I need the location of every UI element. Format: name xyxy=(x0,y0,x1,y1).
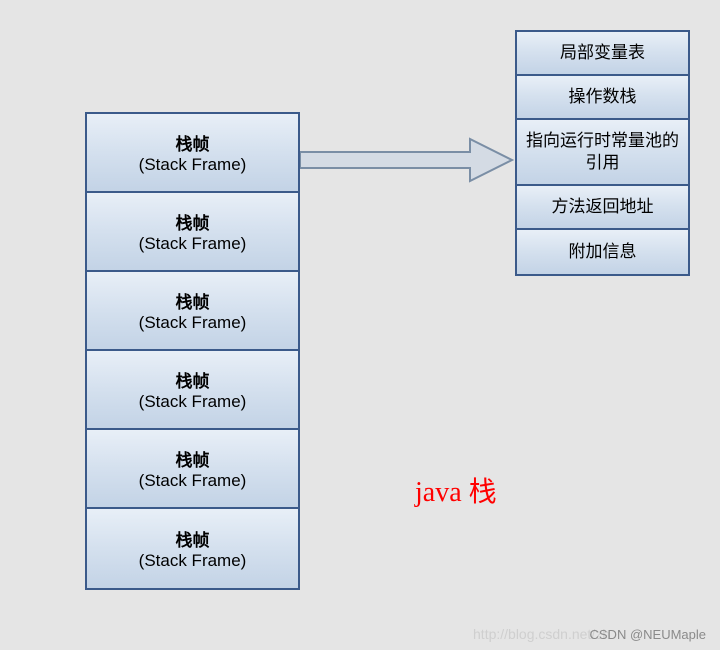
stack-frame: 栈帧 (Stack Frame) xyxy=(87,193,298,272)
stack-frame-label-en: (Stack Frame) xyxy=(139,471,247,491)
stack-frame: 栈帧 (Stack Frame) xyxy=(87,509,298,588)
frame-detail-label: 操作数栈 xyxy=(569,86,637,108)
stack-frame: 栈帧 (Stack Frame) xyxy=(87,351,298,430)
stack-frame-label-zh: 栈帧 xyxy=(176,209,210,234)
frame-detail-container: 局部变量表 操作数栈 指向运行时常量池的引用 方法返回地址 附加信息 xyxy=(515,30,690,276)
stack-frame: 栈帧 (Stack Frame) xyxy=(87,430,298,509)
frame-detail-row: 方法返回地址 xyxy=(517,186,688,230)
arrow-icon xyxy=(300,135,515,185)
stack-frame-label-en: (Stack Frame) xyxy=(139,551,247,571)
stack-frame-label-en: (Stack Frame) xyxy=(139,313,247,333)
frame-detail-label: 局部变量表 xyxy=(560,42,645,64)
arrow-shape xyxy=(300,139,512,181)
stack-frame-label-zh: 栈帧 xyxy=(176,367,210,392)
stack-frame: 栈帧 (Stack Frame) xyxy=(87,114,298,193)
frame-detail-row: 附加信息 xyxy=(517,230,688,274)
frame-detail-row: 局部变量表 xyxy=(517,32,688,76)
frame-detail-label: 附加信息 xyxy=(569,241,637,263)
stack-frame: 栈帧 (Stack Frame) xyxy=(87,272,298,351)
stack-frame-label-zh: 栈帧 xyxy=(176,130,210,155)
stack-frame-label-zh: 栈帧 xyxy=(176,526,210,551)
stack-frame-label-zh: 栈帧 xyxy=(176,446,210,471)
stack-frame-label-en: (Stack Frame) xyxy=(139,392,247,412)
stack-frame-label-en: (Stack Frame) xyxy=(139,155,247,175)
caption-label: java 栈 xyxy=(415,470,497,510)
watermark-csdn: CSDN @NEUMaple xyxy=(590,627,707,642)
stack-frame-label-zh: 栈帧 xyxy=(176,288,210,313)
frame-detail-label: 指向运行时常量池的引用 xyxy=(521,130,684,174)
stack-frame-label-en: (Stack Frame) xyxy=(139,234,247,254)
frame-detail-row: 操作数栈 xyxy=(517,76,688,120)
stack-frames-container: 栈帧 (Stack Frame) 栈帧 (Stack Frame) 栈帧 (St… xyxy=(85,112,300,590)
frame-detail-label: 方法返回地址 xyxy=(552,196,654,218)
frame-detail-row: 指向运行时常量池的引用 xyxy=(517,120,688,186)
